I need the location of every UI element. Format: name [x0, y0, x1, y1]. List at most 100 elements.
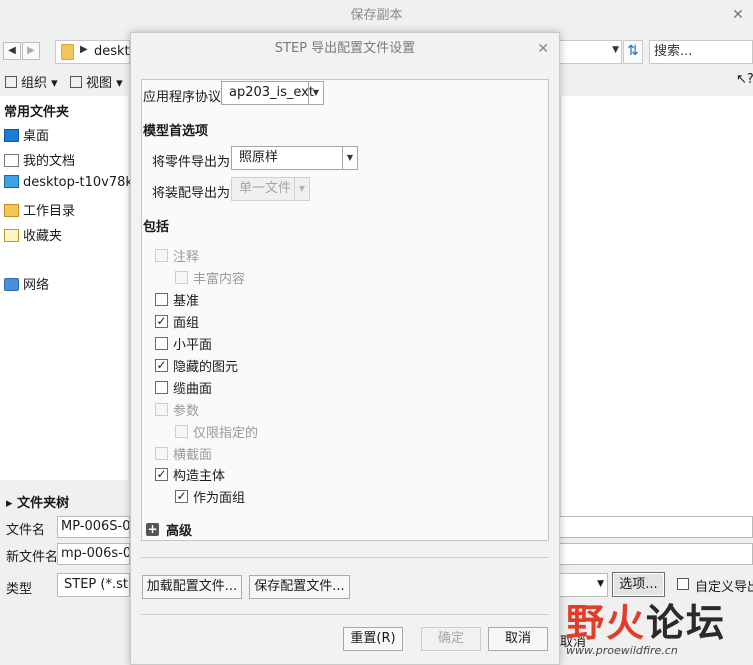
include-option-label: 面组 — [173, 316, 200, 331]
new-name-field-right[interactable] — [560, 543, 753, 565]
sidebar-item-network[interactable]: 网络 — [4, 274, 49, 293]
export-asm-select[interactable]: 单一文件 ▼ — [231, 177, 310, 201]
new-name-label: 新文件名 — [6, 550, 59, 565]
cancel-button[interactable]: 取消 — [488, 627, 548, 651]
file-name-field[interactable]: MP-006S-00 — [57, 516, 130, 538]
divider — [141, 614, 549, 615]
window-title: 保存副本 — [0, 0, 753, 32]
type-select[interactable]: STEP (*.stp) — [57, 573, 130, 597]
step-export-dialog: STEP 导出配置文件设置 ✕ 应用程序协议 ap203_is_ext ▼ 模型… — [130, 32, 560, 665]
sidebar-item-label: 工作目录 — [23, 204, 76, 219]
sidebar-item-label: 收藏夹 — [23, 229, 63, 244]
export-asm-label: 将装配导出为 — [152, 186, 231, 201]
file-name-field-right[interactable] — [560, 516, 753, 538]
documents-icon — [4, 154, 19, 167]
computer-icon — [4, 175, 19, 188]
working-dir-icon — [4, 204, 19, 217]
include-option-label: 参数 — [173, 404, 200, 419]
sidebar-item-label: 我的文档 — [23, 154, 76, 169]
chevron-right-icon[interactable]: ▶ — [80, 44, 88, 55]
include-option-label: 丰富内容 — [193, 272, 246, 287]
include-checkbox[interactable]: ✓ — [155, 315, 168, 328]
export-parts-value: 照原样 — [239, 150, 279, 165]
view-button[interactable]: 视图 ▾ — [70, 72, 123, 91]
path-dropdown[interactable]: ▼ — [558, 40, 622, 64]
chevron-down-icon: ▼ — [308, 82, 323, 104]
sidebar-item-label: desktop-t10v78k — [23, 175, 133, 190]
type-label: 类型 — [6, 582, 33, 597]
watermark-black-text: 论坛 — [646, 600, 727, 645]
include-checkbox[interactable]: ✓ — [155, 359, 168, 372]
divider — [141, 557, 549, 558]
include-checkbox[interactable] — [175, 425, 188, 438]
sidebar-header: 常用文件夹 — [4, 105, 70, 120]
file-name-label: 文件名 — [6, 523, 46, 538]
refresh-icon[interactable]: ⇅ — [623, 40, 643, 64]
sidebar-item-label: 桌面 — [23, 129, 50, 144]
advanced-label[interactable]: 高级 — [166, 520, 192, 539]
watermark-url: www.proewildfire.cn — [566, 644, 678, 657]
organize-button[interactable]: 组织 ▾ — [5, 72, 58, 91]
include-checkbox[interactable] — [175, 271, 188, 284]
close-icon[interactable]: ✕ — [537, 40, 549, 58]
include-checkbox[interactable] — [155, 293, 168, 306]
path-segment[interactable]: desktop — [94, 44, 130, 59]
sidebar-item-documents[interactable]: 我的文档 — [4, 150, 75, 169]
chevron-down-icon: ▼ — [597, 579, 604, 589]
protocol-value: ap203_is_ext — [229, 85, 314, 100]
include-option-label: 基准 — [173, 294, 200, 309]
reset-button[interactable]: 重置(R) — [343, 627, 403, 651]
chevron-down-icon: ▼ — [342, 147, 357, 169]
common-folders-sidebar: 常用文件夹 桌面 我的文档 desktop-t10v78k 工作目录 收藏夹 网… — [0, 96, 133, 480]
file-list-area[interactable] — [560, 96, 753, 516]
watermark-logo: 野火论坛 www.proewildfire.cn — [566, 592, 753, 665]
include-checkbox[interactable] — [155, 249, 168, 262]
expand-plus-icon[interactable]: + — [146, 523, 159, 536]
model-prefs-header: 模型首选项 — [143, 124, 209, 139]
include-checkbox[interactable] — [155, 447, 168, 460]
forward-arrow-icon[interactable]: ▶ — [22, 42, 40, 60]
sidebar-item-favorites[interactable]: 收藏夹 — [4, 225, 62, 244]
watermark-red-text: 野火 — [566, 600, 647, 645]
favorites-icon — [4, 229, 19, 242]
chevron-down-icon: ▼ — [612, 45, 619, 55]
organize-label: 组织 — [21, 76, 48, 91]
ok-button[interactable]: 确定 — [421, 627, 481, 651]
sidebar-item-computer[interactable]: desktop-t10v78k — [4, 175, 133, 190]
path-box[interactable]: ▶ desktop — [55, 40, 130, 64]
organize-icon — [5, 76, 17, 88]
export-parts-label: 将零件导出为 — [152, 155, 231, 170]
sidebar-item-label: 网络 — [23, 278, 50, 293]
save-config-button[interactable]: 保存配置文件... — [249, 575, 350, 599]
include-header: 包括 — [143, 220, 170, 235]
dialog-title: STEP 导出配置文件设置 — [274, 41, 416, 56]
new-name-field[interactable]: mp-006s-00 — [57, 543, 130, 565]
help-cursor-icon[interactable]: ↖? — [736, 72, 753, 87]
export-parts-select[interactable]: 照原样 ▼ — [231, 146, 358, 170]
settings-panel: 应用程序协议 ap203_is_ext ▼ 模型首选项 将零件导出为 照原样 ▼… — [141, 79, 549, 541]
include-option-label: 仅限指定的 — [193, 426, 259, 441]
sidebar-item-working-dir[interactable]: 工作目录 — [4, 200, 75, 219]
include-checkbox[interactable]: ✓ — [155, 468, 168, 481]
sidebar-item-desktop[interactable]: 桌面 — [4, 125, 49, 144]
include-checkbox[interactable] — [155, 381, 168, 394]
chevron-down-icon: ▼ — [294, 178, 309, 200]
include-checkbox[interactable] — [155, 403, 168, 416]
load-config-button[interactable]: 加载配置文件... — [142, 575, 242, 599]
close-icon[interactable]: ✕ — [729, 6, 747, 24]
include-option-label: 缆曲面 — [173, 382, 213, 397]
include-checkbox[interactable]: ✓ — [175, 490, 188, 503]
network-icon — [4, 278, 19, 291]
custom-export-checkbox[interactable] — [677, 578, 689, 590]
folder-tree-toggle[interactable]: ▸ 文件夹树 — [6, 492, 69, 511]
folder-icon — [61, 44, 74, 60]
include-checkbox[interactable] — [155, 337, 168, 350]
back-arrow-icon[interactable]: ◀ — [3, 42, 21, 60]
protocol-label: 应用程序协议 — [143, 90, 222, 105]
include-option-label: 作为面组 — [193, 491, 246, 506]
include-option-label: 注释 — [173, 250, 200, 265]
include-option-label: 小平面 — [173, 338, 213, 353]
folder-tree-label: 文件夹树 — [17, 496, 70, 511]
protocol-select[interactable]: ap203_is_ext ▼ — [221, 81, 324, 105]
search-input[interactable]: 搜索... — [649, 40, 753, 64]
